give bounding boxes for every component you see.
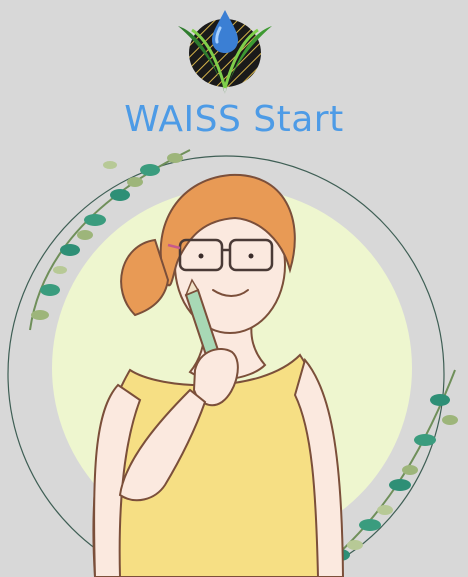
thinking-woman-illustration xyxy=(7,149,458,577)
page-title: WAISS Start xyxy=(124,99,344,140)
waiss-logo-icon xyxy=(178,10,272,94)
